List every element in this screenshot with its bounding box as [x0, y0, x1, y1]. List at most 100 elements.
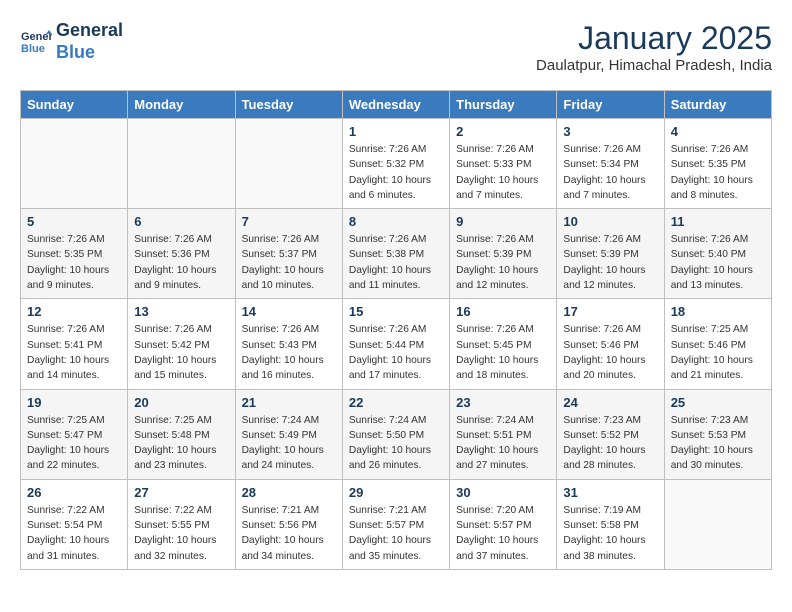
- day-number: 13: [134, 304, 228, 319]
- calendar-cell: 25Sunrise: 7:23 AMSunset: 5:53 PMDayligh…: [664, 389, 771, 479]
- day-number: 29: [349, 485, 443, 500]
- calendar-cell: 2 Sunrise: 7:26 AMSunset: 5:33 PMDaylight…: [450, 119, 557, 209]
- day-info: Sunrise: 7:26 AMSunset: 5:42 PMDaylight:…: [134, 322, 228, 383]
- day-info: Sunrise: 7:24 AMSunset: 5:51 PMDaylight:…: [456, 413, 550, 474]
- title-block: January 2025 Daulatpur, Himachal Pradesh…: [536, 20, 772, 74]
- calendar-week-row: 26 Sunrise: 7:22 AMSunset: 5:54 PMDayligh…: [21, 479, 772, 569]
- weekday-header-monday: Monday: [128, 91, 235, 119]
- calendar-cell: 1 Sunrise: 7:26 AMSunset: 5:32 PMDaylight…: [342, 119, 449, 209]
- weekday-header-tuesday: Tuesday: [235, 91, 342, 119]
- day-number: 8: [349, 214, 443, 229]
- calendar-cell: [235, 119, 342, 209]
- calendar-cell: 20Sunrise: 7:25 AMSunset: 5:48 PMDayligh…: [128, 389, 235, 479]
- logo: General Blue General Blue: [20, 20, 123, 63]
- calendar-cell: 10Sunrise: 7:26 AMSunset: 5:39 PMDayligh…: [557, 209, 664, 299]
- day-number: 1: [349, 124, 443, 139]
- day-number: 4: [671, 124, 765, 139]
- day-number: 11: [671, 214, 765, 229]
- day-info: Sunrise: 7:23 AMSunset: 5:52 PMDaylight:…: [563, 413, 657, 474]
- day-info: Sunrise: 7:26 AMSunset: 5:46 PMDaylight:…: [563, 322, 657, 383]
- calendar-cell: 26 Sunrise: 7:22 AMSunset: 5:54 PMDayligh…: [21, 479, 128, 569]
- location-subtitle: Daulatpur, Himachal Pradesh, India: [536, 57, 772, 74]
- day-number: 27: [134, 485, 228, 500]
- day-number: 7: [242, 214, 336, 229]
- logo-icon: General Blue: [20, 26, 52, 58]
- day-number: 20: [134, 395, 228, 410]
- day-info: Sunrise: 7:26 AMSunset: 5:40 PMDaylight:…: [671, 232, 765, 293]
- calendar-cell: 12 Sunrise: 7:26 AMSunset: 5:41 PMDayligh…: [21, 299, 128, 389]
- day-number: 14: [242, 304, 336, 319]
- day-number: 17: [563, 304, 657, 319]
- day-number: 19: [27, 395, 121, 410]
- weekday-header-sunday: Sunday: [21, 91, 128, 119]
- day-number: 18: [671, 304, 765, 319]
- day-number: 23: [456, 395, 550, 410]
- calendar-cell: 24 Sunrise: 7:23 AMSunset: 5:52 PMDayligh…: [557, 389, 664, 479]
- day-info: Sunrise: 7:22 AMSunset: 5:55 PMDaylight:…: [134, 503, 228, 564]
- calendar-cell: 23 Sunrise: 7:24 AMSunset: 5:51 PMDayligh…: [450, 389, 557, 479]
- month-year-title: January 2025: [536, 20, 772, 57]
- calendar-cell: 19 Sunrise: 7:25 AMSunset: 5:47 PMDayligh…: [21, 389, 128, 479]
- calendar-cell: 31 Sunrise: 7:19 AMSunset: 5:58 PMDayligh…: [557, 479, 664, 569]
- calendar-cell: 28 Sunrise: 7:21 AMSunset: 5:56 PMDayligh…: [235, 479, 342, 569]
- logo-text: General Blue: [56, 20, 123, 63]
- day-number: 9: [456, 214, 550, 229]
- calendar-week-row: 1 Sunrise: 7:26 AMSunset: 5:32 PMDaylight…: [21, 119, 772, 209]
- day-info: Sunrise: 7:26 AMSunset: 5:36 PMDaylight:…: [134, 232, 228, 293]
- day-info: Sunrise: 7:20 AMSunset: 5:57 PMDaylight:…: [456, 503, 550, 564]
- day-info: Sunrise: 7:26 AMSunset: 5:45 PMDaylight:…: [456, 322, 550, 383]
- day-info: Sunrise: 7:26 AMSunset: 5:39 PMDaylight:…: [563, 232, 657, 293]
- calendar-cell: 13 Sunrise: 7:26 AMSunset: 5:42 PMDayligh…: [128, 299, 235, 389]
- calendar-cell: 14Sunrise: 7:26 AMSunset: 5:43 PMDayligh…: [235, 299, 342, 389]
- calendar-cell: [128, 119, 235, 209]
- day-info: Sunrise: 7:26 AMSunset: 5:32 PMDaylight:…: [349, 142, 443, 203]
- weekday-header-wednesday: Wednesday: [342, 91, 449, 119]
- day-number: 28: [242, 485, 336, 500]
- weekday-header-saturday: Saturday: [664, 91, 771, 119]
- calendar-cell: 5Sunrise: 7:26 AMSunset: 5:35 PMDaylight…: [21, 209, 128, 299]
- calendar-cell: 29 Sunrise: 7:21 AMSunset: 5:57 PMDayligh…: [342, 479, 449, 569]
- weekday-header-thursday: Thursday: [450, 91, 557, 119]
- calendar-cell: 7 Sunrise: 7:26 AMSunset: 5:37 PMDaylight…: [235, 209, 342, 299]
- day-info: Sunrise: 7:24 AMSunset: 5:50 PMDaylight:…: [349, 413, 443, 474]
- day-info: Sunrise: 7:21 AMSunset: 5:56 PMDaylight:…: [242, 503, 336, 564]
- day-info: Sunrise: 7:26 AMSunset: 5:39 PMDaylight:…: [456, 232, 550, 293]
- calendar-cell: 15 Sunrise: 7:26 AMSunset: 5:44 PMDayligh…: [342, 299, 449, 389]
- day-number: 22: [349, 395, 443, 410]
- calendar-cell: 4Sunrise: 7:26 AMSunset: 5:35 PMDaylight…: [664, 119, 771, 209]
- day-info: Sunrise: 7:22 AMSunset: 5:54 PMDaylight:…: [27, 503, 121, 564]
- day-info: Sunrise: 7:26 AMSunset: 5:44 PMDaylight:…: [349, 322, 443, 383]
- day-number: 26: [27, 485, 121, 500]
- day-number: 12: [27, 304, 121, 319]
- calendar-cell: 18Sunrise: 7:25 AMSunset: 5:46 PMDayligh…: [664, 299, 771, 389]
- day-number: 2: [456, 124, 550, 139]
- weekday-header-row: SundayMondayTuesdayWednesdayThursdayFrid…: [21, 91, 772, 119]
- calendar-cell: 17 Sunrise: 7:26 AMSunset: 5:46 PMDayligh…: [557, 299, 664, 389]
- day-info: Sunrise: 7:23 AMSunset: 5:53 PMDaylight:…: [671, 413, 765, 474]
- day-number: 6: [134, 214, 228, 229]
- day-info: Sunrise: 7:26 AMSunset: 5:37 PMDaylight:…: [242, 232, 336, 293]
- calendar-week-row: 5Sunrise: 7:26 AMSunset: 5:35 PMDaylight…: [21, 209, 772, 299]
- svg-text:Blue: Blue: [21, 43, 45, 55]
- day-number: 24: [563, 395, 657, 410]
- day-info: Sunrise: 7:21 AMSunset: 5:57 PMDaylight:…: [349, 503, 443, 564]
- day-number: 16: [456, 304, 550, 319]
- page-header: General Blue General Blue January 2025 D…: [20, 20, 772, 74]
- calendar-cell: 3Sunrise: 7:26 AMSunset: 5:34 PMDaylight…: [557, 119, 664, 209]
- day-info: Sunrise: 7:25 AMSunset: 5:47 PMDaylight:…: [27, 413, 121, 474]
- calendar-cell: 16 Sunrise: 7:26 AMSunset: 5:45 PMDayligh…: [450, 299, 557, 389]
- day-info: Sunrise: 7:26 AMSunset: 5:38 PMDaylight:…: [349, 232, 443, 293]
- day-info: Sunrise: 7:26 AMSunset: 5:41 PMDaylight:…: [27, 322, 121, 383]
- day-number: 31: [563, 485, 657, 500]
- day-number: 30: [456, 485, 550, 500]
- day-number: 15: [349, 304, 443, 319]
- day-info: Sunrise: 7:19 AMSunset: 5:58 PMDaylight:…: [563, 503, 657, 564]
- calendar-cell: 27 Sunrise: 7:22 AMSunset: 5:55 PMDayligh…: [128, 479, 235, 569]
- calendar-week-row: 19 Sunrise: 7:25 AMSunset: 5:47 PMDayligh…: [21, 389, 772, 479]
- calendar-table: SundayMondayTuesdayWednesdayThursdayFrid…: [20, 90, 772, 570]
- day-number: 5: [27, 214, 121, 229]
- calendar-cell: [21, 119, 128, 209]
- day-info: Sunrise: 7:26 AMSunset: 5:33 PMDaylight:…: [456, 142, 550, 203]
- day-number: 3: [563, 124, 657, 139]
- calendar-cell: 21Sunrise: 7:24 AMSunset: 5:49 PMDayligh…: [235, 389, 342, 479]
